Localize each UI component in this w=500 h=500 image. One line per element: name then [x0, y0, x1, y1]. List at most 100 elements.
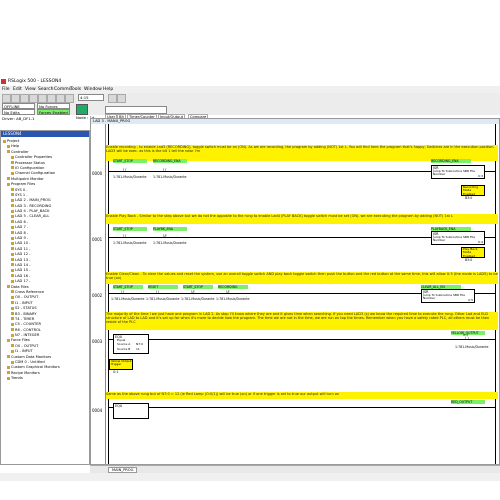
rung-number[interactable]: 0003 — [92, 339, 102, 344]
xic-contact[interactable]: ] [ — [123, 234, 127, 238]
folder-icon — [7, 182, 10, 186]
tree-item-label: LAD 3 - RECORDING — [15, 203, 52, 208]
folder-icon — [7, 338, 10, 342]
rung-number-field[interactable]: 4:15 — [78, 94, 104, 101]
tree-item-label: LAD 17 - — [15, 279, 31, 284]
print-icon[interactable] — [29, 94, 38, 103]
properties-icon — [11, 155, 14, 159]
menu-tools[interactable]: Tools — [70, 87, 81, 92]
xio-contact[interactable]: ]/[ — [163, 234, 167, 238]
jsr-instruction[interactable]: JSR Jump To Subroutine SBR File Number U… — [421, 289, 475, 303]
undo-icon[interactable] — [65, 94, 74, 103]
rung-number[interactable]: 0000 — [92, 171, 102, 176]
ladder-file-icon — [11, 241, 14, 245]
ladder-file-icon — [11, 220, 14, 224]
data-file-icon — [11, 322, 14, 326]
xic-contact[interactable]: ] [ — [163, 168, 167, 172]
ladder-file-icon — [11, 236, 14, 240]
xic-contact[interactable]: ] [ — [156, 290, 160, 294]
project-tree: Project Help Controller Controller Prope… — [1, 139, 89, 382]
tree-item-label: C5 - COUNTER — [15, 322, 41, 327]
tree-item-label: O0 - OUTPUT — [15, 343, 39, 348]
menu-search[interactable]: Search — [38, 87, 53, 92]
instruction-comment: Yellow Output Trigger — [109, 359, 133, 370]
open-icon[interactable] — [11, 94, 20, 103]
address-description: 1:781-Music/Durante — [111, 297, 145, 301]
equ-instruction[interactable]: EQU Equal Source A N7:0 Source B 11 — [113, 334, 149, 354]
address-description: 1:781-Music/Durante — [153, 175, 187, 179]
folder-icon — [3, 139, 6, 143]
equ-instruction[interactable]: EQU — [113, 403, 149, 419]
tree-item-label: T4 - TIMER — [15, 316, 35, 321]
tree-item-label: Force Files — [11, 338, 30, 343]
right-power-rail — [495, 124, 496, 464]
instruction-label: START_STOP — [183, 285, 213, 289]
folder-icon — [7, 285, 10, 289]
zoom-in-icon[interactable] — [108, 94, 117, 103]
data-file-icon — [11, 317, 14, 321]
new-icon[interactable] — [2, 94, 11, 103]
menu-comms[interactable]: Comms — [54, 87, 71, 92]
menu-window[interactable]: Window — [84, 87, 102, 92]
jsr-instruction[interactable]: JSR Jump To Subroutine SBR File Number U… — [431, 165, 485, 179]
data-file-icon — [11, 301, 14, 305]
output-address: B3:0 — [465, 196, 473, 200]
paste-icon[interactable] — [56, 94, 65, 103]
menu-file[interactable]: File — [2, 87, 10, 92]
save-icon[interactable] — [20, 94, 29, 103]
menu-view[interactable]: View — [25, 87, 36, 92]
address-description: 1:781-Music/Durante — [113, 175, 147, 179]
rung-comment[interactable]: The majority of the time I we just have … — [106, 312, 498, 330]
instruction-label: RECORDING — [218, 285, 248, 289]
output-comment: Recording Mode Enabled — [461, 185, 485, 196]
output-comment-text: Play Back Mode Enabled — [463, 247, 478, 258]
copy-icon[interactable] — [47, 94, 56, 103]
tree-item-label: Cross Reference — [15, 289, 45, 294]
tree-item-label: Custom Graphical Monitors — [11, 365, 60, 370]
edits-dropdown[interactable]: No Edits — [2, 109, 35, 115]
forces-enabled-dropdown[interactable]: Forces Enabled — [37, 109, 70, 115]
rung-number[interactable]: 0004 — [92, 408, 102, 413]
project-tree-panel: LESSON4 Project Help Controller Controll… — [0, 130, 90, 465]
rung-number[interactable]: 0002 — [92, 293, 102, 298]
tree-item-label: SYS 1 - — [15, 192, 28, 197]
left-power-rail — [108, 124, 109, 464]
menu-edit[interactable]: Edit — [13, 87, 22, 92]
data-file-icon — [11, 333, 14, 337]
tree-item-label: Project — [7, 139, 20, 143]
xic-contact[interactable]: ] [ — [121, 290, 125, 294]
rung-number[interactable]: 0001 — [92, 237, 102, 242]
folder-icon — [7, 365, 10, 369]
tree-item[interactable]: Trends — [1, 376, 89, 381]
ote-coil[interactable]: ( ) — [465, 336, 469, 340]
menu-help[interactable]: Help — [103, 87, 113, 92]
monitor-icon — [7, 177, 10, 181]
xio-contact[interactable]: ]/[ — [226, 290, 230, 294]
ladder-window-title: LAD 3 - MANU_PROG — [91, 119, 499, 124]
tree-item-label: LAD 15 - — [15, 268, 31, 273]
output-label: RED_OUTPUT — [451, 400, 485, 404]
instruction-label: START_STOP — [113, 227, 147, 231]
ladder-file-icon — [11, 252, 14, 256]
tree-item-label: LAD 13 - — [15, 257, 31, 262]
ladder-editor: LAD 3 - MANU_PROG Enable recording - to … — [90, 118, 500, 465]
address-description: 1:781-Music/Durante — [216, 297, 250, 301]
rung-comment[interactable]: Enable Play Back - Similar to the step a… — [106, 214, 498, 224]
output-comment: Play Back Mode Enabled — [461, 247, 485, 258]
folder-icon — [7, 150, 10, 154]
rung-comment[interactable]: Same as the above rung but of N7:0 = 12 … — [106, 392, 498, 399]
cut-icon[interactable] — [38, 94, 47, 103]
data-file-icon — [11, 349, 14, 353]
tree-item-label: LAD 16 - — [15, 273, 31, 278]
rung-comment[interactable]: Enable Clear/Clean - To clear the values… — [106, 272, 498, 284]
xio-contact[interactable]: ]/[ — [191, 290, 195, 294]
xic-contact[interactable]: ] [ — [123, 168, 127, 172]
address-description: 1:781-Music/Durante — [113, 241, 147, 245]
jsr-instruction[interactable]: JSR Jump To Subroutine SBR File Number U… — [431, 231, 485, 245]
instruction-palette[interactable] — [105, 106, 167, 114]
folder-icon — [7, 376, 10, 380]
tree-item-label: B3 - BINARY — [15, 311, 37, 316]
zoom-out-icon[interactable] — [117, 94, 126, 103]
instruction-comment-text: Yellow Output Trigger — [111, 359, 132, 367]
tree-item-label: LAD 7 - — [15, 225, 29, 230]
